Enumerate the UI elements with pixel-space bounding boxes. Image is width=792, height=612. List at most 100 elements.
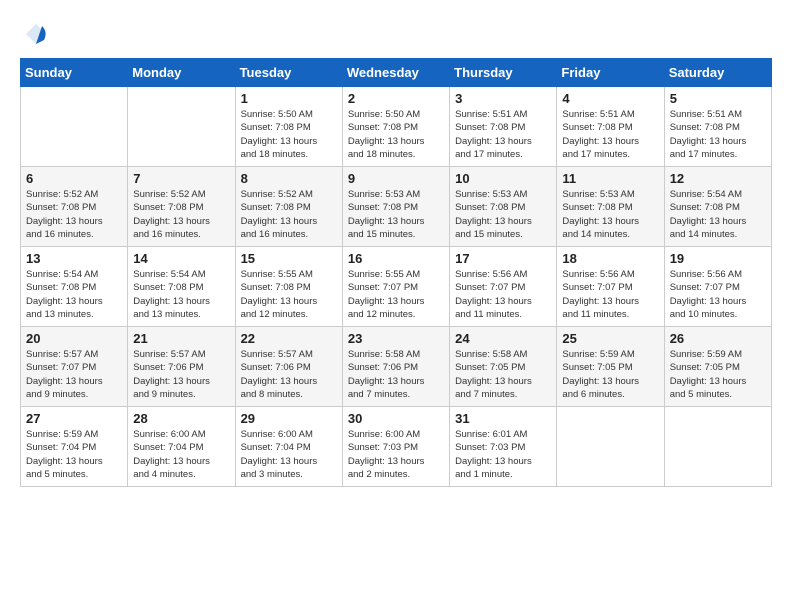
day-number: 5 xyxy=(670,91,766,106)
day-info: Sunrise: 5:51 AM Sunset: 7:08 PM Dayligh… xyxy=(670,108,766,161)
calendar-cell: 24 Sunrise: 5:58 AM Sunset: 7:05 PM Dayli… xyxy=(450,327,557,407)
day-header-friday: Friday xyxy=(557,59,664,87)
header xyxy=(20,20,772,48)
day-number: 16 xyxy=(348,251,444,266)
day-header-tuesday: Tuesday xyxy=(235,59,342,87)
day-number: 28 xyxy=(133,411,229,426)
calendar-cell xyxy=(664,407,771,487)
day-number: 12 xyxy=(670,171,766,186)
day-info: Sunrise: 5:50 AM Sunset: 7:08 PM Dayligh… xyxy=(348,108,444,161)
week-row-5: 27Sunrise: 5:59 AM Sunset: 7:04 PM Dayli… xyxy=(21,407,772,487)
calendar-cell: 8 Sunrise: 5:52 AM Sunset: 7:08 PM Daylig… xyxy=(235,167,342,247)
day-header-thursday: Thursday xyxy=(450,59,557,87)
calendar-cell: 17Sunrise: 5:56 AM Sunset: 7:07 PM Dayli… xyxy=(450,247,557,327)
day-number: 18 xyxy=(562,251,658,266)
day-info: Sunrise: 5:59 AM Sunset: 7:05 PM Dayligh… xyxy=(562,348,658,401)
day-number: 2 xyxy=(348,91,444,106)
day-info: Sunrise: 5:51 AM Sunset: 7:08 PM Dayligh… xyxy=(455,108,551,161)
calendar-cell: 1 Sunrise: 5:50 AM Sunset: 7:08 PM Daylig… xyxy=(235,87,342,167)
calendar-cell: 31 Sunrise: 6:01 AM Sunset: 7:03 PM Dayli… xyxy=(450,407,557,487)
calendar-cell: 2 Sunrise: 5:50 AM Sunset: 7:08 PM Daylig… xyxy=(342,87,449,167)
day-info: Sunrise: 5:50 AM Sunset: 7:08 PM Dayligh… xyxy=(241,108,337,161)
day-number: 3 xyxy=(455,91,551,106)
day-number: 26 xyxy=(670,331,766,346)
day-info: Sunrise: 5:53 AM Sunset: 7:08 PM Dayligh… xyxy=(455,188,551,241)
day-header-saturday: Saturday xyxy=(664,59,771,87)
day-info: Sunrise: 5:57 AM Sunset: 7:07 PM Dayligh… xyxy=(26,348,122,401)
calendar-cell xyxy=(128,87,235,167)
day-number: 29 xyxy=(241,411,337,426)
calendar-cell: 26 Sunrise: 5:59 AM Sunset: 7:05 PM Dayli… xyxy=(664,327,771,407)
calendar-cell: 21 Sunrise: 5:57 AM Sunset: 7:06 PM Dayli… xyxy=(128,327,235,407)
day-number: 8 xyxy=(241,171,337,186)
calendar-cell: 20 Sunrise: 5:57 AM Sunset: 7:07 PM Dayli… xyxy=(21,327,128,407)
logo xyxy=(20,20,50,48)
week-row-1: 1 Sunrise: 5:50 AM Sunset: 7:08 PM Daylig… xyxy=(21,87,772,167)
calendar-cell: 19 Sunrise: 5:56 AM Sunset: 7:07 PM Dayli… xyxy=(664,247,771,327)
day-info: Sunrise: 5:58 AM Sunset: 7:06 PM Dayligh… xyxy=(348,348,444,401)
calendar-cell: 25 Sunrise: 5:59 AM Sunset: 7:05 PM Dayli… xyxy=(557,327,664,407)
day-info: Sunrise: 5:53 AM Sunset: 7:08 PM Dayligh… xyxy=(562,188,658,241)
day-number: 1 xyxy=(241,91,337,106)
day-number: 24 xyxy=(455,331,551,346)
calendar-cell: 13 Sunrise: 5:54 AM Sunset: 7:08 PM Dayli… xyxy=(21,247,128,327)
day-number: 10 xyxy=(455,171,551,186)
day-header-monday: Monday xyxy=(128,59,235,87)
day-info: Sunrise: 5:54 AM Sunset: 7:08 PM Dayligh… xyxy=(670,188,766,241)
day-number: 15 xyxy=(241,251,337,266)
day-number: 13 xyxy=(26,251,122,266)
day-header-sunday: Sunday xyxy=(21,59,128,87)
calendar-cell: 29 Sunrise: 6:00 AM Sunset: 7:04 PM Dayli… xyxy=(235,407,342,487)
day-number: 21 xyxy=(133,331,229,346)
calendar-cell: 9Sunrise: 5:53 AM Sunset: 7:08 PM Daylig… xyxy=(342,167,449,247)
day-info: Sunrise: 5:58 AM Sunset: 7:05 PM Dayligh… xyxy=(455,348,551,401)
calendar-cell: 15 Sunrise: 5:55 AM Sunset: 7:08 PM Dayli… xyxy=(235,247,342,327)
day-number: 25 xyxy=(562,331,658,346)
day-number: 23 xyxy=(348,331,444,346)
day-info: Sunrise: 5:55 AM Sunset: 7:08 PM Dayligh… xyxy=(241,268,337,321)
calendar-cell xyxy=(21,87,128,167)
day-number: 31 xyxy=(455,411,551,426)
calendar-cell: 30 Sunrise: 6:00 AM Sunset: 7:03 PM Dayli… xyxy=(342,407,449,487)
week-row-3: 13 Sunrise: 5:54 AM Sunset: 7:08 PM Dayli… xyxy=(21,247,772,327)
day-info: Sunrise: 5:57 AM Sunset: 7:06 PM Dayligh… xyxy=(241,348,337,401)
generalblue-icon xyxy=(22,20,50,48)
day-info: Sunrise: 6:00 AM Sunset: 7:04 PM Dayligh… xyxy=(133,428,229,481)
day-number: 19 xyxy=(670,251,766,266)
calendar-cell: 7 Sunrise: 5:52 AM Sunset: 7:08 PM Daylig… xyxy=(128,167,235,247)
week-row-4: 20 Sunrise: 5:57 AM Sunset: 7:07 PM Dayli… xyxy=(21,327,772,407)
day-info: Sunrise: 5:51 AM Sunset: 7:08 PM Dayligh… xyxy=(562,108,658,161)
calendar-cell: 5 Sunrise: 5:51 AM Sunset: 7:08 PM Daylig… xyxy=(664,87,771,167)
day-info: Sunrise: 5:53 AM Sunset: 7:08 PM Dayligh… xyxy=(348,188,444,241)
day-number: 27 xyxy=(26,411,122,426)
calendar-cell: 12 Sunrise: 5:54 AM Sunset: 7:08 PM Dayli… xyxy=(664,167,771,247)
calendar-cell: 23 Sunrise: 5:58 AM Sunset: 7:06 PM Dayli… xyxy=(342,327,449,407)
day-number: 7 xyxy=(133,171,229,186)
calendar-cell: 10 Sunrise: 5:53 AM Sunset: 7:08 PM Dayli… xyxy=(450,167,557,247)
calendar-cell: 16 Sunrise: 5:55 AM Sunset: 7:07 PM Dayli… xyxy=(342,247,449,327)
day-info: Sunrise: 6:00 AM Sunset: 7:03 PM Dayligh… xyxy=(348,428,444,481)
day-info: Sunrise: 5:56 AM Sunset: 7:07 PM Dayligh… xyxy=(562,268,658,321)
day-number: 30 xyxy=(348,411,444,426)
calendar-cell: 28 Sunrise: 6:00 AM Sunset: 7:04 PM Dayli… xyxy=(128,407,235,487)
day-info: Sunrise: 6:01 AM Sunset: 7:03 PM Dayligh… xyxy=(455,428,551,481)
day-info: Sunrise: 5:52 AM Sunset: 7:08 PM Dayligh… xyxy=(241,188,337,241)
day-info: Sunrise: 5:56 AM Sunset: 7:07 PM Dayligh… xyxy=(670,268,766,321)
calendar-cell xyxy=(557,407,664,487)
day-info: Sunrise: 6:00 AM Sunset: 7:04 PM Dayligh… xyxy=(241,428,337,481)
day-number: 11 xyxy=(562,171,658,186)
day-info: Sunrise: 5:52 AM Sunset: 7:08 PM Dayligh… xyxy=(26,188,122,241)
calendar-cell: 18 Sunrise: 5:56 AM Sunset: 7:07 PM Dayli… xyxy=(557,247,664,327)
day-number: 20 xyxy=(26,331,122,346)
calendar-cell: 3 Sunrise: 5:51 AM Sunset: 7:08 PM Daylig… xyxy=(450,87,557,167)
day-number: 17 xyxy=(455,251,551,266)
calendar-cell: 27Sunrise: 5:59 AM Sunset: 7:04 PM Dayli… xyxy=(21,407,128,487)
day-info: Sunrise: 5:55 AM Sunset: 7:07 PM Dayligh… xyxy=(348,268,444,321)
day-info: Sunrise: 5:57 AM Sunset: 7:06 PM Dayligh… xyxy=(133,348,229,401)
day-info: Sunrise: 5:54 AM Sunset: 7:08 PM Dayligh… xyxy=(26,268,122,321)
day-number: 22 xyxy=(241,331,337,346)
day-info: Sunrise: 5:59 AM Sunset: 7:05 PM Dayligh… xyxy=(670,348,766,401)
day-number: 6 xyxy=(26,171,122,186)
calendar-cell: 6 Sunrise: 5:52 AM Sunset: 7:08 PM Daylig… xyxy=(21,167,128,247)
day-info: Sunrise: 5:52 AM Sunset: 7:08 PM Dayligh… xyxy=(133,188,229,241)
